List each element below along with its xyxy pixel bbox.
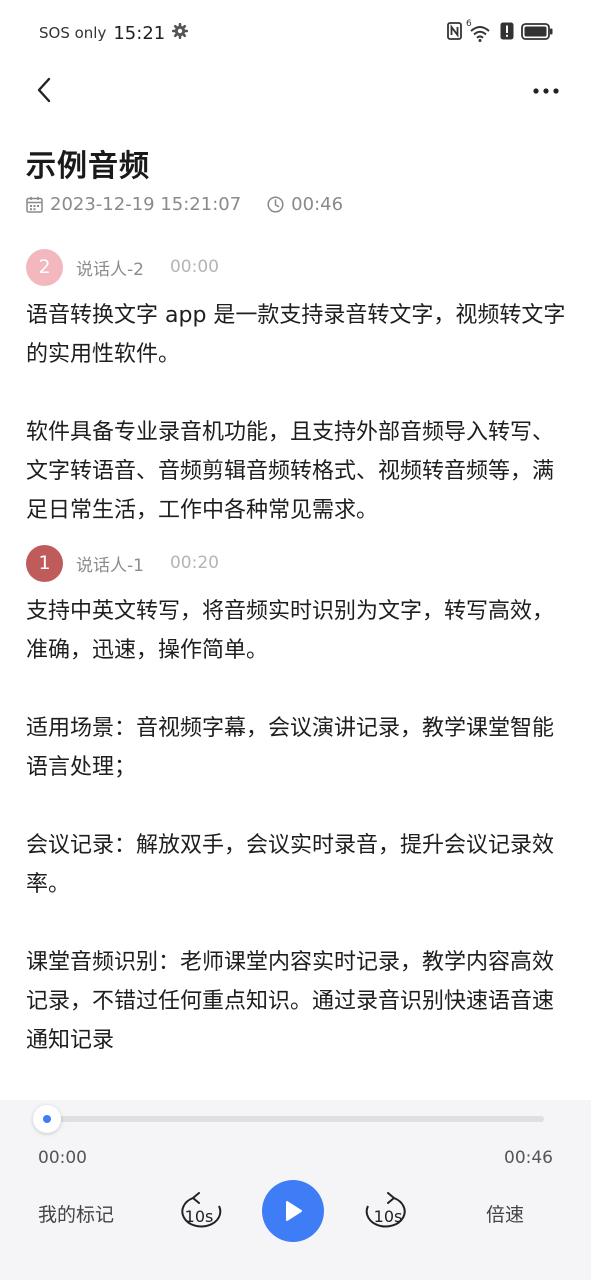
- calendar-icon: [26, 196, 43, 213]
- forward-label: 10s: [373, 1207, 403, 1226]
- back-button[interactable]: [30, 76, 60, 106]
- speaker-name[interactable]: 说话人-2: [76, 255, 144, 280]
- transcript[interactable]: 2 说话人-2 00:00 语音转换文字 app 是一款支持录音转文字，视频转文…: [26, 248, 566, 1100]
- recording-duration: 00:46: [291, 193, 344, 215]
- nav-bar: [0, 66, 591, 116]
- status-right: 6: [447, 19, 553, 44]
- segment-timestamp[interactable]: 00:00: [170, 257, 219, 277]
- transcript-paragraph: 支持中英文转写，将音频实时识别为文字，转写高效，准确，迅速，操作简单。: [26, 599, 555, 663]
- more-dots-icon: [533, 88, 559, 94]
- carrier-text: SOS only: [39, 24, 107, 42]
- more-button[interactable]: [531, 80, 561, 102]
- rewind-10s-button[interactable]: 10s: [171, 1192, 227, 1234]
- wifi-badge: 6: [466, 19, 472, 29]
- transcript-paragraph: 课堂音频识别：老师课堂内容实时记录，教学内容高效记录，不错过任何重点知识。通过录…: [26, 950, 555, 1053]
- screen: SOS only 15:21 6 示例音频 2023-12-19 15:21:0…: [0, 0, 591, 1280]
- transcript-paragraph: 适用场景：音视频字幕，会议演讲记录，教学课堂智能语言处理；: [26, 716, 555, 780]
- forward-10s-button[interactable]: 10s: [360, 1192, 416, 1234]
- transcript-segment: 2 说话人-2 00:00 语音转换文字 app 是一款支持录音转文字，视频转文…: [26, 248, 566, 530]
- rewind-label: 10s: [184, 1207, 214, 1226]
- transcript-paragraph: 软件具备专业录音机功能，且支持外部音频导入转写、文字转语音、音频剪辑音频转格式、…: [26, 420, 555, 523]
- player-controls: 我的标记 10s 10s 倍速: [0, 1180, 591, 1244]
- transcript-paragraph: 会议记录：解放双手，会议实时录音，提升会议记录效率。: [26, 833, 555, 897]
- progress-track[interactable]: [47, 1116, 544, 1122]
- recording-datetime: 2023-12-19 15:21:07: [50, 193, 242, 215]
- progress-handle[interactable]: [33, 1105, 61, 1133]
- nfc-icon: [447, 22, 462, 44]
- gear-icon: [172, 22, 189, 43]
- segment-timestamp[interactable]: 00:20: [170, 553, 219, 573]
- status-left: SOS only 15:21: [39, 22, 189, 44]
- speaker-avatar[interactable]: 2: [26, 248, 63, 286]
- my-marks-button[interactable]: 我的标记: [38, 1200, 114, 1227]
- transcript-paragraph: 语音转换文字 app 是一款支持录音转文字，视频转文字的实用性软件。: [26, 303, 566, 367]
- transcript-segment: 1 说话人-1 00:20 支持中英文转写，将音频实时识别为文字，转写高效，准确…: [26, 544, 566, 1060]
- status-bar: SOS only 15:21 6: [0, 0, 591, 66]
- speaker-row[interactable]: 1 说话人-1 00:20: [26, 544, 566, 582]
- play-button[interactable]: [262, 1180, 324, 1242]
- clock-icon: [267, 195, 284, 213]
- wifi-icon: 6: [466, 19, 493, 42]
- alert-icon: [500, 22, 514, 44]
- recording-title: 示例音频: [26, 149, 150, 184]
- total-time: 00:46: [504, 1148, 553, 1168]
- speaker-name[interactable]: 说话人-1: [76, 551, 144, 576]
- chevron-left-icon: [37, 77, 51, 103]
- speaker-avatar[interactable]: 1: [26, 544, 63, 582]
- recording-meta: 2023-12-19 15:21:07 00:46: [26, 192, 343, 216]
- speaker-row[interactable]: 2 说话人-2 00:00: [26, 248, 566, 286]
- speed-button[interactable]: 倍速: [486, 1200, 524, 1227]
- progress-handle-dot: [43, 1115, 51, 1123]
- battery-icon: [521, 22, 553, 44]
- play-icon: [286, 1201, 302, 1221]
- current-time: 00:00: [38, 1148, 87, 1168]
- audio-player: 00:00 00:46 我的标记 10s 10s 倍速: [0, 1100, 591, 1280]
- status-time: 15:21: [113, 22, 166, 44]
